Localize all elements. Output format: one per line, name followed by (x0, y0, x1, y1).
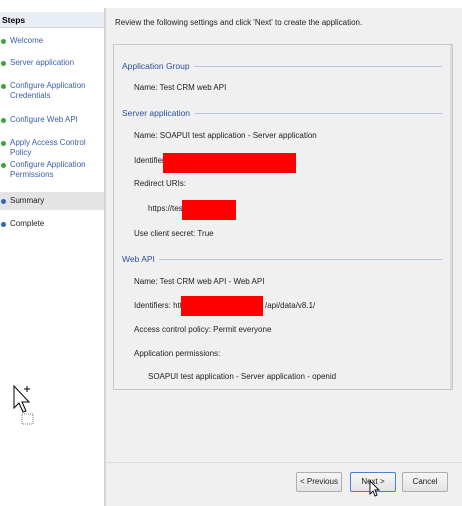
section-title: Server application (122, 108, 191, 118)
step-configure-application-permissions[interactable]: Configure Application Permissions (0, 160, 100, 180)
step-configure-web-api[interactable]: Configure Web API (0, 115, 104, 125)
web-api-identifiers-suffix: /api/data/v8.1/ (265, 301, 316, 310)
section-divider (158, 258, 442, 260)
step-done-icon (1, 141, 6, 146)
previous-button[interactable]: < Previous (296, 472, 342, 492)
summary-scroll-edge (450, 45, 452, 389)
application-permission-item: SOAPUI test application - Server applica… (148, 372, 337, 381)
redacted-redirect-uri (182, 200, 236, 220)
step-done-icon (1, 163, 6, 168)
server-app-identifier-label: Identifier (134, 156, 165, 165)
step-label: Configure Application Credentials (10, 81, 86, 100)
wizard-window: Steps Welcome Server application Configu… (0, 0, 462, 506)
client-secret-setting: Use client secret: True (134, 229, 214, 238)
step-label: Configure Application Permissions (10, 160, 86, 179)
step-complete[interactable]: Complete (0, 219, 104, 229)
steps-pane: Steps Welcome Server application Configu… (0, 8, 104, 506)
step-done-icon (1, 61, 6, 66)
intro-text: Review the following settings and click … (115, 18, 363, 27)
step-apply-access-control-policy[interactable]: Apply Access Control Policy (0, 138, 104, 158)
mouse-pointer-icon (369, 480, 381, 497)
step-current-icon (1, 199, 6, 204)
redirect-uris-label: Redirect URIs: (134, 179, 187, 188)
footer-divider (106, 462, 462, 463)
content-pane: Review the following settings and click … (106, 8, 462, 506)
step-welcome[interactable]: Welcome (0, 36, 104, 46)
section-server-application: Server application (122, 108, 442, 118)
section-title: Web API (122, 254, 155, 264)
section-divider (194, 112, 442, 114)
section-divider (193, 65, 442, 67)
step-done-icon (1, 118, 6, 123)
step-label: Configure Web API (10, 115, 78, 124)
summary-box[interactable]: Application Group Name: Test CRM web API… (113, 44, 453, 390)
step-label: Server application (10, 58, 75, 67)
step-label: Apply Access Control Policy (10, 138, 86, 157)
web-api-name: Name: Test CRM web API - Web API (134, 277, 265, 286)
step-server-application[interactable]: Server application (0, 58, 104, 68)
step-pending-icon (1, 222, 6, 227)
step-label: Welcome (10, 36, 44, 45)
cancel-button[interactable]: Cancel (402, 472, 448, 492)
step-configure-application-credentials[interactable]: Configure Application Credentials (0, 81, 100, 101)
access-control-policy: Access control policy: Permit everyone (134, 325, 272, 334)
redacted-web-api-identifier (181, 296, 263, 316)
redacted-identifier (163, 153, 296, 173)
step-summary[interactable]: Summary (0, 192, 104, 210)
step-label: Complete (10, 219, 45, 228)
step-label: Summary (10, 196, 45, 205)
server-app-name: Name: SOAPUI test application - Server a… (134, 131, 317, 140)
app-group-name: Name: Test CRM web API (134, 83, 227, 92)
application-permissions-label: Application permissions: (134, 349, 221, 358)
steps-header: Steps (0, 12, 104, 28)
section-application-group: Application Group (122, 61, 442, 71)
step-done-icon (1, 84, 6, 89)
move-cursor-icon (13, 384, 34, 425)
section-web-api: Web API (122, 254, 442, 264)
step-done-icon (1, 39, 6, 44)
section-title: Application Group (122, 61, 190, 71)
redirect-uri-value: https://test (148, 204, 185, 213)
